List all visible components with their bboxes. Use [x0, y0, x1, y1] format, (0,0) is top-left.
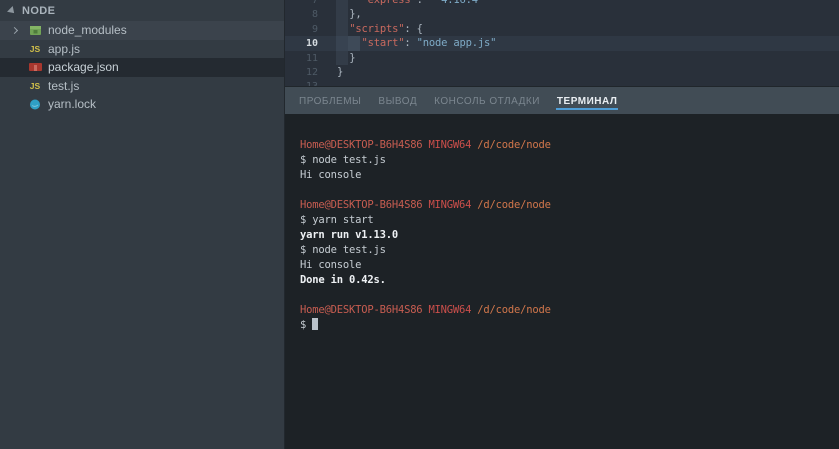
indent-guide-level1: [336, 0, 348, 65]
prompt-user-host: Home@DESKTOP-B6H4S86: [300, 304, 423, 316]
explorer-section-header[interactable]: NODE: [0, 0, 284, 21]
prompt-path: /d/code/node: [477, 199, 551, 211]
sidebar-item-package-json[interactable]: package.json: [0, 58, 284, 77]
terminal-line: Done in 0.42s.: [300, 274, 386, 286]
line-number: 10: [305, 38, 318, 50]
prompt-dollar: $: [300, 319, 307, 331]
prompt-path: /d/code/node: [477, 139, 551, 151]
indent-guide-level2-active: [348, 36, 360, 51]
yarn-icon: [27, 98, 43, 110]
terminal-line: $ node test.js: [300, 154, 386, 166]
terminal-prompt-line: Home@DESKTOP-B6H4S86 MINGW64/d/code/node: [300, 303, 839, 318]
js-file-icon: JS: [29, 43, 41, 54]
editor-line: 12}: [285, 65, 839, 79]
prompt-env: MINGW64: [428, 139, 472, 151]
sidebar-item-app-js[interactable]: JS app.js: [0, 40, 284, 59]
editor-line: 7 "express": "^4.16.4": [285, 0, 839, 7]
editor-and-panel: 7 "express": "^4.16.4" 8 }, 9 "scripts":…: [285, 0, 839, 449]
terminal-prompt-line: Home@DESKTOP-B6H4S86 MINGW64/d/code/node: [300, 138, 839, 153]
line-number: 9: [311, 23, 318, 35]
file-label: node_modules: [48, 23, 127, 38]
tab-debug-console[interactable]: КОНСОЛЬ ОТЛАДКИ: [433, 92, 541, 110]
terminal-line: $ yarn start: [300, 214, 374, 226]
npm-icon: [27, 63, 43, 72]
file-label: yarn.lock: [48, 97, 97, 112]
line-number: 12: [305, 66, 318, 78]
terminal-line: Hi console: [300, 169, 362, 181]
terminal-line: $ node test.js: [300, 244, 386, 256]
terminal-line: yarn run v1.13.0: [300, 229, 398, 241]
sidebar-item-node-modules[interactable]: node_modules: [0, 21, 284, 40]
tab-problems[interactable]: ПРОБЛЕМЫ: [298, 92, 362, 110]
explorer-sidebar: NODE node_modules JS app.js package.json: [0, 0, 285, 449]
terminal-panel[interactable]: Home@DESKTOP-B6H4S86 MINGW64/d/code/node …: [285, 114, 839, 449]
prompt-user-host: Home@DESKTOP-B6H4S86: [300, 199, 423, 211]
code-editor[interactable]: 7 "express": "^4.16.4" 8 }, 9 "scripts":…: [285, 0, 839, 86]
sidebar-item-test-js[interactable]: JS test.js: [0, 77, 284, 96]
file-label: test.js: [48, 78, 80, 93]
vscode-window: NODE node_modules JS app.js package.json: [0, 0, 839, 449]
editor-line: 8 },: [285, 7, 839, 21]
tab-terminal[interactable]: ТЕРМИНАЛ: [555, 92, 619, 110]
editor-line: 11 }: [285, 51, 839, 65]
section-expand-twistie-icon: [7, 5, 17, 16]
prompt-env: MINGW64: [428, 304, 472, 316]
editor-line: 13: [285, 79, 839, 86]
editor-line: 9 "scripts": {: [285, 22, 839, 36]
file-label: app.js: [48, 41, 81, 56]
prompt-user-host: Home@DESKTOP-B6H4S86: [300, 139, 423, 151]
file-label: package.json: [48, 60, 119, 75]
editor-line-current: 10 "start": "node app.js": [285, 36, 839, 51]
panel-tab-bar: ПРОБЛЕМЫ ВЫВОД КОНСОЛЬ ОТЛАДКИ ТЕРМИНАЛ: [285, 86, 839, 114]
sidebar-item-yarn-lock[interactable]: yarn.lock: [0, 95, 284, 114]
folder-chevron-icon: [10, 26, 27, 34]
terminal-line: Hi console: [300, 259, 362, 271]
prompt-path: /d/code/node: [477, 304, 551, 316]
js-file-icon: JS: [29, 80, 41, 91]
tab-output[interactable]: ВЫВОД: [377, 92, 418, 110]
terminal-prompt-line: Home@DESKTOP-B6H4S86 MINGW64/d/code/node: [300, 198, 839, 213]
line-number: 11: [305, 52, 318, 64]
terminal-input-line[interactable]: $: [300, 318, 839, 333]
prompt-env: MINGW64: [428, 199, 472, 211]
line-number: 13: [285, 80, 318, 86]
explorer-section-title: NODE: [22, 4, 56, 17]
terminal-cursor: [312, 318, 319, 330]
line-number: 8: [311, 9, 318, 21]
node-modules-folder-icon: [27, 24, 43, 36]
